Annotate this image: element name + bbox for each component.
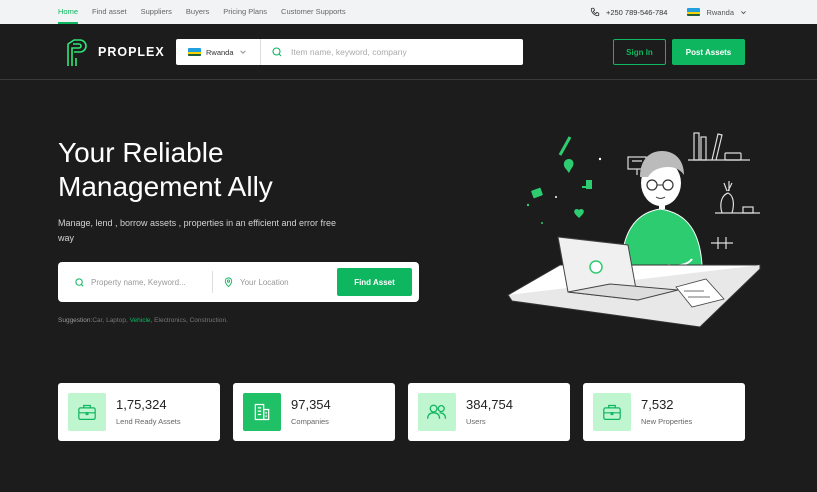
stat-icon-box (593, 393, 631, 431)
hero-title-line1: Your Reliable (58, 137, 224, 168)
stat-value: 7,532 (641, 397, 674, 412)
property-search-input[interactable] (91, 277, 211, 287)
search-country-select[interactable]: Rwanda (176, 39, 261, 65)
location-field (213, 271, 335, 293)
nav-customer-supports[interactable]: Customer Supports (281, 0, 346, 24)
search-icon (272, 47, 282, 57)
sign-in-button[interactable]: Sign In (613, 39, 666, 65)
header-search-input[interactable] (291, 47, 521, 57)
search-icon (75, 277, 84, 287)
stat-label: New Properties (641, 417, 693, 426)
suggestion-construction[interactable]: Construction. (190, 317, 228, 324)
suggestion-laptop[interactable]: Laptop, (106, 317, 128, 324)
hero-title-line2: Management Ally (58, 171, 273, 202)
chevron-down-icon[interactable] (740, 9, 747, 16)
top-bar: Home Find asset Suppliers Buyers Pricing… (0, 0, 817, 24)
main-header: PROPLEX Rwanda Sign In Post Assets (0, 24, 817, 80)
stat-value: 384,754 (466, 397, 513, 412)
stat-label: Lend Ready Assets (116, 417, 181, 426)
briefcase-icon (78, 404, 96, 420)
header-search: Rwanda (176, 39, 523, 65)
suggestion-label: Suggestion: (58, 317, 93, 324)
nav-suppliers[interactable]: Suppliers (141, 0, 172, 24)
country-selector[interactable]: Rwanda (706, 8, 734, 17)
stat-icon-box (243, 393, 281, 431)
chevron-down-icon (239, 50, 246, 54)
stat-lend-ready-assets: 1,75,324 Lend Ready Assets (58, 383, 220, 441)
stat-value: 1,75,324 (116, 397, 167, 412)
building-icon (254, 403, 270, 421)
brand-logo[interactable]: PROPLEX (64, 36, 165, 68)
post-assets-button[interactable]: Post Assets (672, 39, 745, 65)
top-contact: +250 789-546-784 Rwanda (590, 0, 747, 24)
hero-illustration (506, 132, 762, 328)
rwanda-flag-icon (188, 48, 201, 56)
find-asset-button[interactable]: Find Asset (337, 268, 412, 296)
hero-title: Your Reliable Management Ally (58, 136, 273, 204)
stat-label: Companies (291, 417, 329, 426)
location-input[interactable] (240, 277, 330, 287)
users-icon (427, 404, 447, 419)
suggestions: Suggestion:Car, Laptop, Vehicle, Electro… (58, 317, 228, 324)
stat-users: 384,754 Users (408, 383, 570, 441)
search-country-label: Rwanda (206, 47, 234, 57)
stat-value: 97,354 (291, 397, 331, 412)
top-nav: Home Find asset Suppliers Buyers Pricing… (58, 0, 346, 24)
suggestion-car[interactable]: Car, (92, 317, 104, 324)
stat-label: Users (466, 417, 486, 426)
nav-find-asset[interactable]: Find asset (92, 0, 127, 24)
proplex-logo-icon (67, 39, 87, 66)
stat-companies: 97,354 Companies (233, 383, 395, 441)
briefcase-icon (603, 404, 621, 420)
property-field (58, 271, 213, 293)
nav-pricing-plans[interactable]: Pricing Plans (223, 0, 267, 24)
stat-icon-box (418, 393, 456, 431)
phone-icon (590, 7, 600, 17)
hero-subtitle: Manage, lend , borrow assets , propertie… (58, 218, 336, 243)
person-figure (621, 151, 703, 267)
nav-buyers[interactable]: Buyers (186, 0, 209, 24)
rwanda-flag-icon (687, 8, 701, 16)
stat-icon-box (68, 393, 106, 431)
nav-home[interactable]: Home (58, 0, 79, 24)
suggestion-electronics[interactable]: Electronics, (154, 317, 188, 324)
brand-name: PROPLEX (98, 45, 165, 59)
suggestion-vehicle[interactable]: Vehicle, (130, 317, 153, 324)
decor-leaves-icon (526, 136, 602, 224)
location-pin-icon (224, 277, 233, 288)
hero-search-box: Find Asset (58, 262, 419, 302)
stat-new-properties: 7,532 New Properties (583, 383, 745, 441)
phone-number: +250 789-546-784 (605, 7, 668, 17)
